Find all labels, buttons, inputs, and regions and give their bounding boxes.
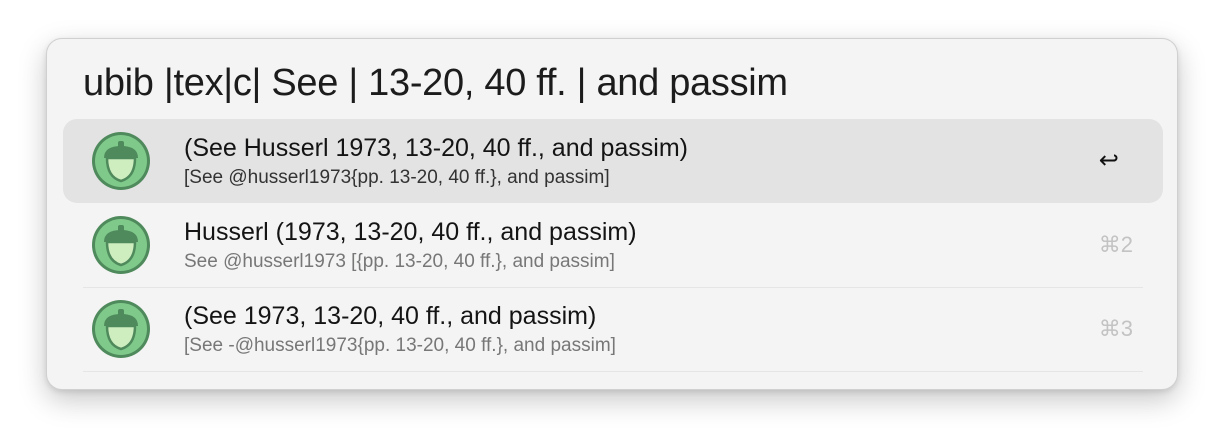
result-subtitle: See @husserl1973 [{pp. 13-20, 40 ff.}, a… [184,251,615,272]
launcher-window: ubib |tex|c| See | 13-20, 40 ff. | and p… [46,38,1178,390]
result-title: Husserl (1973, 13-20, 40 ff., and passim… [184,218,637,246]
result-title: (See Husserl 1973, 13-20, 40 ff., and pa… [184,134,688,162]
return-key-shortcut: ↩ [1098,147,1119,174]
result-subtitle: [See -@husserl1973{pp. 13-20, 40 ff.}, a… [184,335,616,356]
acorn-icon [92,300,150,358]
results-list: (See Husserl 1973, 13-20, 40 ff., and pa… [63,119,1163,372]
acorn-icon [92,132,150,190]
result-row-1[interactable]: (See Husserl 1973, 13-20, 40 ff., and pa… [63,119,1163,203]
result-row-2[interactable]: Husserl (1973, 13-20, 40 ff., and passim… [63,203,1163,288]
result-title: (See 1973, 13-20, 40 ff., and passim) [184,302,597,330]
result-subtitle: [See @husserl1973{pp. 13-20, 40 ff.}, an… [184,167,610,188]
row-divider [83,371,1143,372]
cmd-3-shortcut: ⌘3 [1098,316,1133,341]
search-input[interactable]: ubib |tex|c| See | 13-20, 40 ff. | and p… [83,59,788,107]
acorn-icon [92,216,150,274]
cmd-2-shortcut: ⌘2 [1098,232,1133,257]
result-row-3[interactable]: (See 1973, 13-20, 40 ff., and passim) [S… [63,287,1163,372]
